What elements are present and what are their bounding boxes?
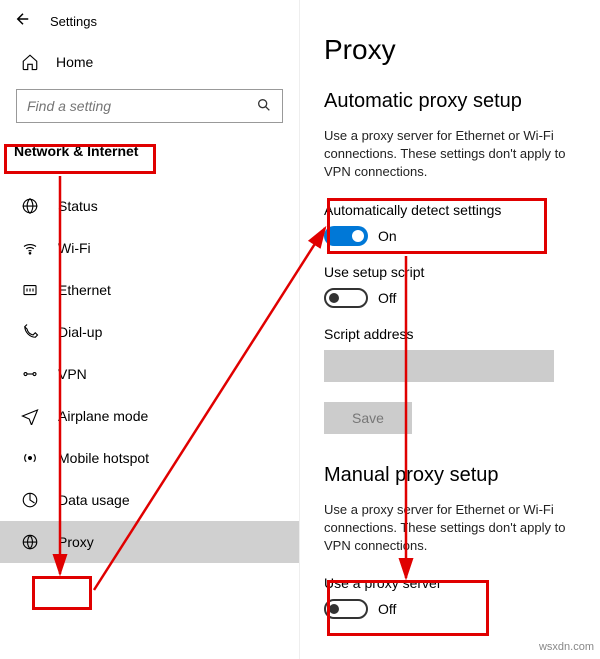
nav-item-dialup[interactable]: Dial-up xyxy=(0,311,299,353)
nav-label: Mobile hotspot xyxy=(58,450,149,466)
manual-heading: Manual proxy setup xyxy=(324,464,600,487)
nav-label: VPN xyxy=(58,366,87,382)
use-proxy-label: Use a proxy server xyxy=(324,575,600,591)
home-icon xyxy=(20,53,40,71)
nav-item-datausage[interactable]: Data usage xyxy=(0,479,299,521)
nav-label: Status xyxy=(58,198,98,214)
vpn-icon xyxy=(20,365,40,383)
nav-label: Dial-up xyxy=(58,324,102,340)
nav-item-proxy[interactable]: Proxy xyxy=(0,521,299,563)
nav-label: Wi-Fi xyxy=(58,240,91,256)
page-title: Proxy xyxy=(324,34,600,66)
save-button[interactable]: Save xyxy=(324,402,412,434)
proxy-icon xyxy=(20,533,40,551)
dialup-icon xyxy=(20,323,40,341)
nav-item-ethernet[interactable]: Ethernet xyxy=(0,269,299,311)
nav-label: Ethernet xyxy=(58,282,111,298)
setup-script-label: Use setup script xyxy=(324,264,600,280)
status-icon xyxy=(20,197,40,215)
back-button[interactable] xyxy=(14,10,32,33)
section-header-network: Network & Internet xyxy=(0,133,299,167)
nav-item-hotspot[interactable]: Mobile hotspot xyxy=(0,437,299,479)
auto-heading: Automatic proxy setup xyxy=(324,90,600,113)
app-title: Settings xyxy=(50,14,97,29)
manual-desc: Use a proxy server for Ethernet or Wi-Fi… xyxy=(324,501,584,556)
nav-label: Proxy xyxy=(58,534,94,550)
setup-script-block: Use setup script Off xyxy=(324,264,600,308)
nav-item-wifi[interactable]: Wi-Fi xyxy=(0,227,299,269)
titlebar: Settings xyxy=(0,0,299,41)
watermark: wsxdn.com xyxy=(539,641,594,653)
search-icon xyxy=(256,97,272,116)
auto-detect-toggle[interactable] xyxy=(324,226,368,246)
wifi-icon xyxy=(20,239,40,257)
sidebar: Settings Home Network & Internet Stat xyxy=(0,0,300,659)
ethernet-icon xyxy=(20,281,40,299)
use-proxy-state: Off xyxy=(378,601,396,617)
script-address-label: Script address xyxy=(324,326,600,342)
script-address-input[interactable] xyxy=(324,350,554,382)
content-panel: Proxy Automatic proxy setup Use a proxy … xyxy=(300,0,600,659)
script-address-block: Script address xyxy=(324,326,600,382)
auto-desc: Use a proxy server for Ethernet or Wi-Fi… xyxy=(324,127,584,182)
auto-detect-state: On xyxy=(378,228,397,244)
nav-item-airplane[interactable]: Airplane mode xyxy=(0,395,299,437)
use-proxy-toggle[interactable] xyxy=(324,599,368,619)
auto-detect-block: Automatically detect settings On xyxy=(324,202,600,246)
search-input[interactable] xyxy=(16,89,283,123)
nav-item-vpn[interactable]: VPN xyxy=(0,353,299,395)
nav-item-status[interactable]: Status xyxy=(0,185,299,227)
home-link[interactable]: Home xyxy=(0,41,299,81)
airplane-icon xyxy=(20,407,40,425)
auto-detect-label: Automatically detect settings xyxy=(324,202,600,218)
home-label: Home xyxy=(56,54,93,70)
use-proxy-block: Use a proxy server Off xyxy=(324,575,600,619)
setup-script-state: Off xyxy=(378,290,396,306)
search-field[interactable] xyxy=(27,98,256,114)
nav-label: Airplane mode xyxy=(58,408,148,424)
hotspot-icon xyxy=(20,449,40,467)
nav-label: Data usage xyxy=(58,492,130,508)
setup-script-toggle[interactable] xyxy=(324,288,368,308)
nav-list: Status Wi-Fi Ethernet Dial-up xyxy=(0,185,299,563)
data-usage-icon xyxy=(20,491,40,509)
